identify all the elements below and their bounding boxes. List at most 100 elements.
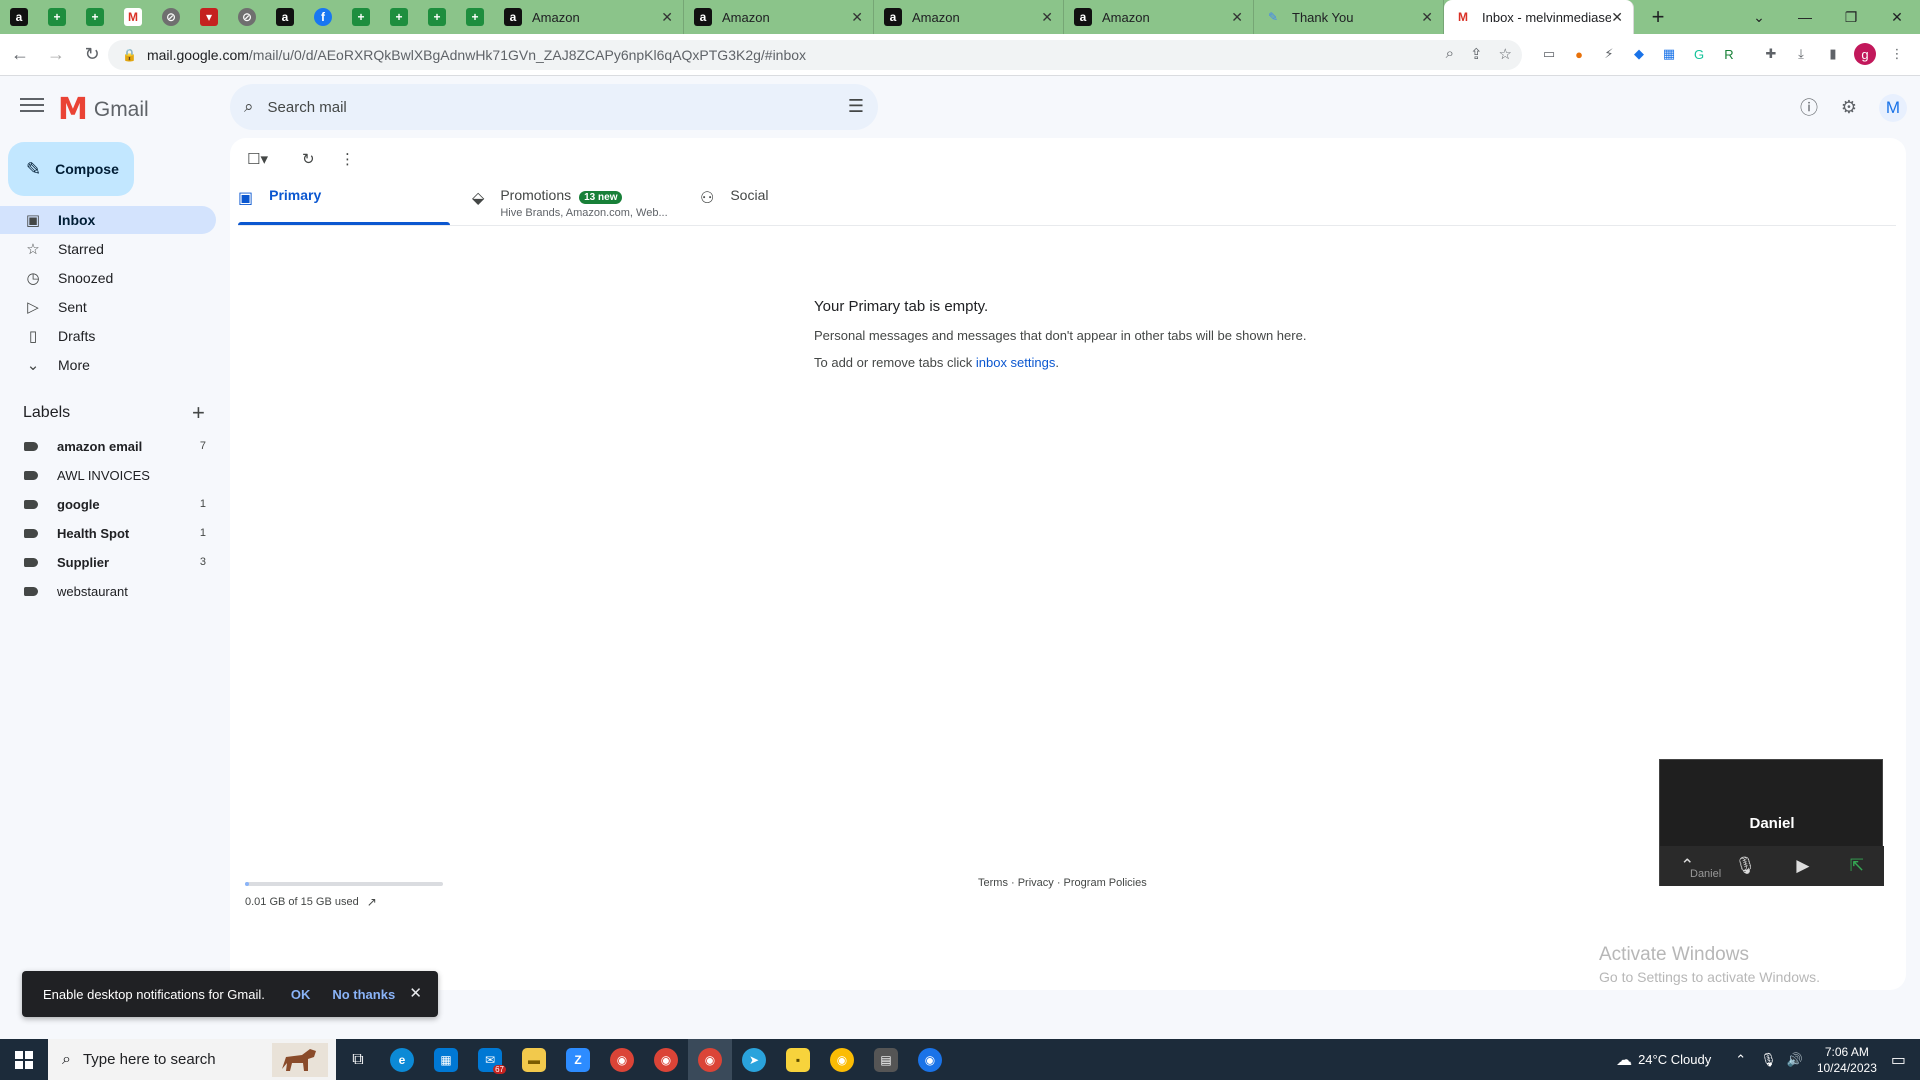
gmail-logo[interactable]: M Gmail bbox=[58, 92, 149, 127]
pinned-tab[interactable]: a bbox=[0, 0, 38, 34]
label-item[interactable]: amazon email 7 bbox=[0, 433, 216, 459]
extension-icon[interactable]: R bbox=[1718, 43, 1740, 65]
external-link-icon[interactable]: ↗ bbox=[367, 895, 377, 909]
sidebar-item-more[interactable]: ⌄ More bbox=[0, 351, 216, 379]
browser-tab[interactable]: a Amazon ✕ bbox=[684, 0, 874, 34]
compose-button[interactable]: ✎ Compose bbox=[8, 142, 134, 196]
close-window-button[interactable]: ✕ bbox=[1874, 0, 1920, 34]
no-thanks-button[interactable]: No thanks bbox=[332, 987, 395, 1002]
side-panel-icon[interactable]: ▮ bbox=[1822, 43, 1844, 65]
extension-icon[interactable]: ◆ bbox=[1628, 43, 1650, 65]
inbox-settings-link[interactable]: inbox settings bbox=[976, 355, 1056, 370]
close-tab-icon[interactable]: ✕ bbox=[661, 9, 673, 26]
search-input[interactable]: Search mail bbox=[268, 99, 347, 116]
chrome-icon[interactable]: ◉ bbox=[600, 1039, 644, 1080]
pinned-tab[interactable]: ⊘ bbox=[228, 0, 266, 34]
pinned-tab[interactable]: + bbox=[418, 0, 456, 34]
browser-tab[interactable]: M Inbox - melvinmediase ✕ bbox=[1444, 0, 1634, 34]
clock[interactable]: 7:06 AM 10/24/2023 bbox=[1817, 1044, 1877, 1076]
label-item[interactable]: Supplier 3 bbox=[0, 549, 216, 575]
sticky-notes-icon[interactable]: ▪ bbox=[776, 1039, 820, 1080]
taskbar-search-input[interactable]: Type here to search bbox=[83, 1051, 216, 1068]
refresh-icon[interactable]: ↻ bbox=[302, 150, 315, 168]
edge-icon[interactable]: e bbox=[380, 1039, 424, 1080]
pinned-tab[interactable]: M bbox=[114, 0, 152, 34]
create-label-icon[interactable]: + bbox=[192, 400, 205, 426]
pinned-tab[interactable]: + bbox=[456, 0, 494, 34]
bookmark-star-icon[interactable]: ☆ bbox=[1499, 45, 1512, 63]
select-all-checkbox[interactable]: ☐▾ bbox=[247, 150, 268, 168]
tab-primary[interactable]: ▣ Primary bbox=[238, 176, 450, 226]
search-options-icon[interactable]: ☰ bbox=[848, 96, 864, 117]
chrome-icon[interactable]: ◉ bbox=[644, 1039, 688, 1080]
browser-tab[interactable]: a Amazon ✕ bbox=[874, 0, 1064, 34]
browser-tab[interactable]: a Amazon ✕ bbox=[494, 0, 684, 34]
pinned-tab[interactable]: f bbox=[304, 0, 342, 34]
microphone-icon[interactable]: 🎙 bbox=[1760, 1052, 1777, 1068]
notification-center-icon[interactable]: ▭ bbox=[1891, 1050, 1906, 1070]
label-item[interactable]: AWL INVOICES bbox=[0, 462, 216, 488]
label-item[interactable]: google 1 bbox=[0, 491, 216, 517]
settings-gear-icon[interactable]: ⚙ bbox=[1836, 94, 1862, 120]
sidebar-item-snoozed[interactable]: ◷ Snoozed bbox=[0, 264, 216, 292]
footer-links[interactable]: Terms · Privacy · Program Policies bbox=[978, 877, 1147, 889]
close-tab-icon[interactable]: ✕ bbox=[1041, 9, 1053, 26]
share-icon[interactable]: ⇪ bbox=[1470, 45, 1483, 63]
chrome-icon[interactable]: ◉ bbox=[688, 1039, 732, 1080]
taskbar-search[interactable]: ⌕ Type here to search bbox=[48, 1039, 336, 1080]
pinned-tab[interactable]: + bbox=[38, 0, 76, 34]
reload-button[interactable]: ↻ bbox=[76, 39, 108, 71]
tab-promotions[interactable]: ⬙ Promotions 13 new Hive Brands, Amazon.c… bbox=[472, 176, 684, 226]
more-options-icon[interactable]: ⋮ bbox=[340, 150, 355, 168]
back-button[interactable]: ← bbox=[4, 39, 36, 71]
extension-icon[interactable]: ▦ bbox=[1658, 43, 1680, 65]
browser-tab[interactable]: ✎ Thank You ✕ bbox=[1254, 0, 1444, 34]
zoom-icon[interactable]: ⌕ bbox=[1446, 45, 1454, 63]
tab-search-icon[interactable]: ⌄ bbox=[1736, 0, 1782, 34]
browser-tab[interactable]: a Amazon ✕ bbox=[1064, 0, 1254, 34]
main-menu-icon[interactable] bbox=[18, 94, 46, 118]
pinned-tab[interactable]: + bbox=[342, 0, 380, 34]
task-view-icon[interactable]: ⧉ bbox=[336, 1039, 380, 1080]
sidebar-item-inbox[interactable]: ▣ Inbox bbox=[0, 206, 216, 234]
close-tab-icon[interactable]: ✕ bbox=[1231, 9, 1243, 26]
search-icon[interactable]: ⌕ bbox=[244, 97, 254, 117]
address-bar[interactable]: 🔒 mail.google.com/mail/u/0/d/AEoRXRQkBwl… bbox=[108, 40, 1522, 70]
call-widget[interactable]: Daniel ⌃ 🎙 ▶ ⇱ Daniel bbox=[1659, 759, 1884, 886]
speaker-icon[interactable]: 🔊 bbox=[1787, 1052, 1803, 1068]
chrome-icon[interactable]: ◉ bbox=[908, 1039, 952, 1080]
grammarly-icon[interactable]: G bbox=[1688, 43, 1710, 65]
calculator-icon[interactable]: ▤ bbox=[864, 1039, 908, 1080]
extensions-puzzle-icon[interactable]: ✚ bbox=[1760, 43, 1782, 65]
telegram-icon[interactable]: ➤ bbox=[732, 1039, 776, 1080]
sidebar-item-sent[interactable]: ▷ Sent bbox=[0, 293, 216, 321]
search-bar[interactable]: ⌕ Search mail ☰ bbox=[230, 84, 878, 130]
file-explorer-icon[interactable]: ▬ bbox=[512, 1039, 556, 1080]
account-avatar[interactable]: M bbox=[1879, 94, 1907, 122]
extension-icon[interactable]: ▭ bbox=[1538, 43, 1560, 65]
pinned-tab[interactable]: ▾ bbox=[190, 0, 228, 34]
tab-social[interactable]: ⚇ Social bbox=[700, 176, 912, 226]
new-tab-button[interactable]: + bbox=[1644, 4, 1672, 30]
label-item[interactable]: webstaurant bbox=[0, 578, 216, 604]
help-icon[interactable]: ⓘ bbox=[1796, 94, 1822, 120]
ok-button[interactable]: OK bbox=[291, 987, 311, 1002]
close-tab-icon[interactable]: ✕ bbox=[1421, 9, 1433, 26]
forward-button[interactable]: → bbox=[40, 39, 72, 71]
weather-text[interactable]: 24°C Cloudy bbox=[1638, 1052, 1711, 1067]
hangup-icon[interactable]: ⇱ bbox=[1850, 856, 1864, 876]
restore-button[interactable]: ❐ bbox=[1828, 0, 1874, 34]
pinned-tab[interactable]: ⊘ bbox=[152, 0, 190, 34]
label-item[interactable]: Health Spot 1 bbox=[0, 520, 216, 546]
video-icon[interactable]: ▶ bbox=[1796, 856, 1809, 876]
minimize-button[interactable]: — bbox=[1782, 0, 1828, 34]
sidebar-item-drafts[interactable]: ▯ Drafts bbox=[0, 322, 216, 350]
store-icon[interactable]: ▦ bbox=[424, 1039, 468, 1080]
chrome-icon[interactable]: ◉ bbox=[820, 1039, 864, 1080]
profile-avatar[interactable]: g bbox=[1854, 43, 1876, 65]
extension-icon[interactable]: ● bbox=[1568, 43, 1590, 65]
chrome-menu-icon[interactable]: ⋮ bbox=[1886, 43, 1908, 65]
mic-muted-icon[interactable]: 🎙 bbox=[1735, 856, 1757, 876]
extension-icon[interactable]: ⚡ bbox=[1598, 43, 1620, 65]
chevron-up-icon[interactable]: ⌃ bbox=[1735, 1052, 1746, 1068]
